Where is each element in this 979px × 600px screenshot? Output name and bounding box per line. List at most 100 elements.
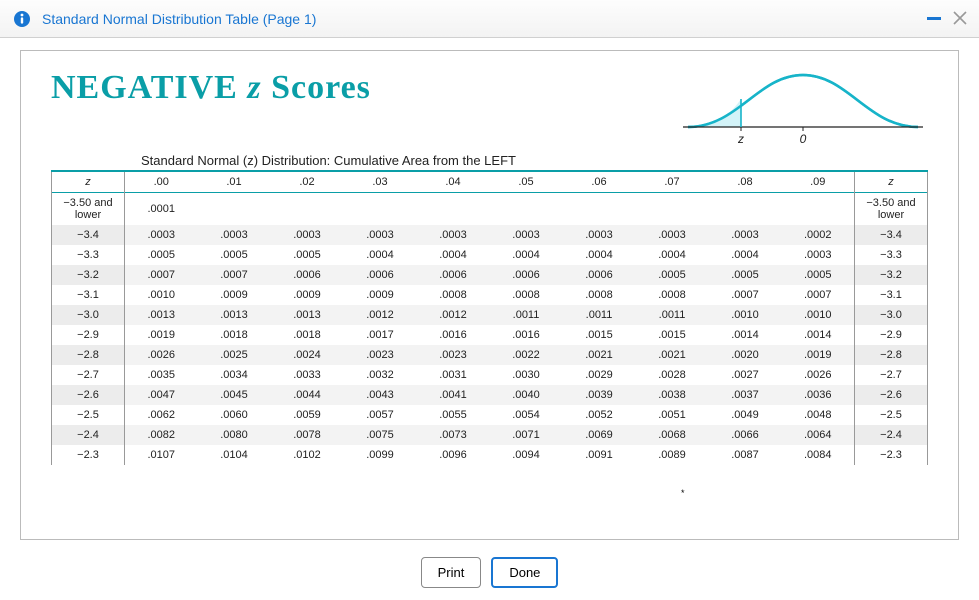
z-row-label: −2.6 xyxy=(52,385,125,405)
z-cell: .0026 xyxy=(782,365,855,385)
z-row-label: −3.0 xyxy=(52,305,125,325)
z-row-label-right: −2.5 xyxy=(855,405,928,425)
z-cell: .0004 xyxy=(709,245,782,265)
z-cell: .0039 xyxy=(563,385,636,405)
z-table-col-header: .07 xyxy=(636,171,709,193)
z-cell: .0059 xyxy=(271,405,344,425)
z-cell xyxy=(782,193,855,226)
z-cell: .0012 xyxy=(344,305,417,325)
z-row-label: −3.3 xyxy=(52,245,125,265)
z-cell: .0003 xyxy=(344,225,417,245)
z-cell: .0044 xyxy=(271,385,344,405)
z-cell: .0094 xyxy=(490,445,563,465)
z-cell: .0027 xyxy=(709,365,782,385)
z-table-col-header: .01 xyxy=(198,171,271,193)
z-row-label: −2.9 xyxy=(52,325,125,345)
z-cell: .0005 xyxy=(782,265,855,285)
table-row: −3.1.0010.0009.0009.0009.0008.0008.0008.… xyxy=(52,285,928,305)
z-cell: .0003 xyxy=(198,225,271,245)
z-cell: .0003 xyxy=(636,225,709,245)
z-cell: .0071 xyxy=(490,425,563,445)
z-cell xyxy=(490,193,563,226)
z-cell: .0048 xyxy=(782,405,855,425)
z-cell: .0073 xyxy=(417,425,490,445)
z-cell: .0049 xyxy=(709,405,782,425)
titlebar: Standard Normal Distribution Table (Page… xyxy=(0,0,979,38)
z-cell: .0031 xyxy=(417,365,490,385)
z-table-col-header: z xyxy=(855,171,928,193)
z-row-label-right: −2.6 xyxy=(855,385,928,405)
z-row-label-right: −3.0 xyxy=(855,305,928,325)
z-row-label: −3.50 and lower xyxy=(52,193,125,226)
z-cell: .0010 xyxy=(782,305,855,325)
z-cell: .0030 xyxy=(490,365,563,385)
z-cell: .0003 xyxy=(125,225,198,245)
z-cell: .0008 xyxy=(417,285,490,305)
z-cell: .0096 xyxy=(417,445,490,465)
z-table-col-header: .02 xyxy=(271,171,344,193)
curve-label-0: 0 xyxy=(800,132,807,146)
z-cell: .0012 xyxy=(417,305,490,325)
z-cell: .0005 xyxy=(198,245,271,265)
z-cell: .0016 xyxy=(417,325,490,345)
z-cell: .0014 xyxy=(782,325,855,345)
z-cell: .0004 xyxy=(344,245,417,265)
z-row-label: −3.4 xyxy=(52,225,125,245)
z-table-col-header: .09 xyxy=(782,171,855,193)
minimize-button[interactable] xyxy=(927,17,941,20)
z-cell: .0064 xyxy=(782,425,855,445)
z-cell: .0091 xyxy=(563,445,636,465)
z-cell: .0005 xyxy=(709,265,782,285)
z-cell: .0022 xyxy=(490,345,563,365)
z-row-label-right: −3.50 and lower xyxy=(855,193,928,226)
z-cell: .0017 xyxy=(344,325,417,345)
z-cell: .0104 xyxy=(198,445,271,465)
z-cell: .0015 xyxy=(636,325,709,345)
z-table-col-header: .03 xyxy=(344,171,417,193)
z-row-label-right: −2.3 xyxy=(855,445,928,465)
z-row-label-right: −2.4 xyxy=(855,425,928,445)
print-button[interactable]: Print xyxy=(421,557,482,588)
z-cell: .0032 xyxy=(344,365,417,385)
z-table: z.00.01.02.03.04.05.06.07.08.09z −3.50 a… xyxy=(51,170,928,465)
page-heading: NEGATIVE z Scores xyxy=(51,69,371,107)
close-button[interactable] xyxy=(953,10,967,28)
z-cell: .0007 xyxy=(198,265,271,285)
z-row-label-right: −3.4 xyxy=(855,225,928,245)
table-row: −2.6.0047.0045.0044.0043.0041.0040.0039.… xyxy=(52,385,928,405)
z-cell: .0008 xyxy=(490,285,563,305)
content-frame: NEGATIVE z Scores z 0 Standard Normal xyxy=(20,50,959,540)
footnote-star: * xyxy=(681,488,685,498)
z-cell: .0013 xyxy=(271,305,344,325)
z-row-label-right: −3.3 xyxy=(855,245,928,265)
z-cell: .0040 xyxy=(490,385,563,405)
z-cell: .0006 xyxy=(417,265,490,285)
z-cell: .0024 xyxy=(271,345,344,365)
z-cell: .0082 xyxy=(125,425,198,445)
z-cell: .0043 xyxy=(344,385,417,405)
table-row: −3.0.0013.0013.0013.0012.0012.0011.0011.… xyxy=(52,305,928,325)
z-row-label: −2.3 xyxy=(52,445,125,465)
z-cell xyxy=(271,193,344,226)
z-cell: .0011 xyxy=(563,305,636,325)
z-cell: .0004 xyxy=(636,245,709,265)
z-cell: .0041 xyxy=(417,385,490,405)
table-row: −2.8.0026.0025.0024.0023.0023.0022.0021.… xyxy=(52,345,928,365)
z-row-label: −3.1 xyxy=(52,285,125,305)
z-cell xyxy=(563,193,636,226)
info-icon xyxy=(12,9,32,29)
z-cell xyxy=(636,193,709,226)
z-cell: .0004 xyxy=(417,245,490,265)
z-row-label: −2.7 xyxy=(52,365,125,385)
z-cell xyxy=(417,193,490,226)
z-cell: .0009 xyxy=(271,285,344,305)
z-table-col-header: .04 xyxy=(417,171,490,193)
done-button[interactable]: Done xyxy=(491,557,558,588)
z-cell: .0015 xyxy=(563,325,636,345)
z-cell: .0068 xyxy=(636,425,709,445)
z-cell: .0007 xyxy=(125,265,198,285)
z-row-label-right: −3.2 xyxy=(855,265,928,285)
z-cell: .0007 xyxy=(709,285,782,305)
z-table-col-header: .05 xyxy=(490,171,563,193)
z-cell: .0099 xyxy=(344,445,417,465)
